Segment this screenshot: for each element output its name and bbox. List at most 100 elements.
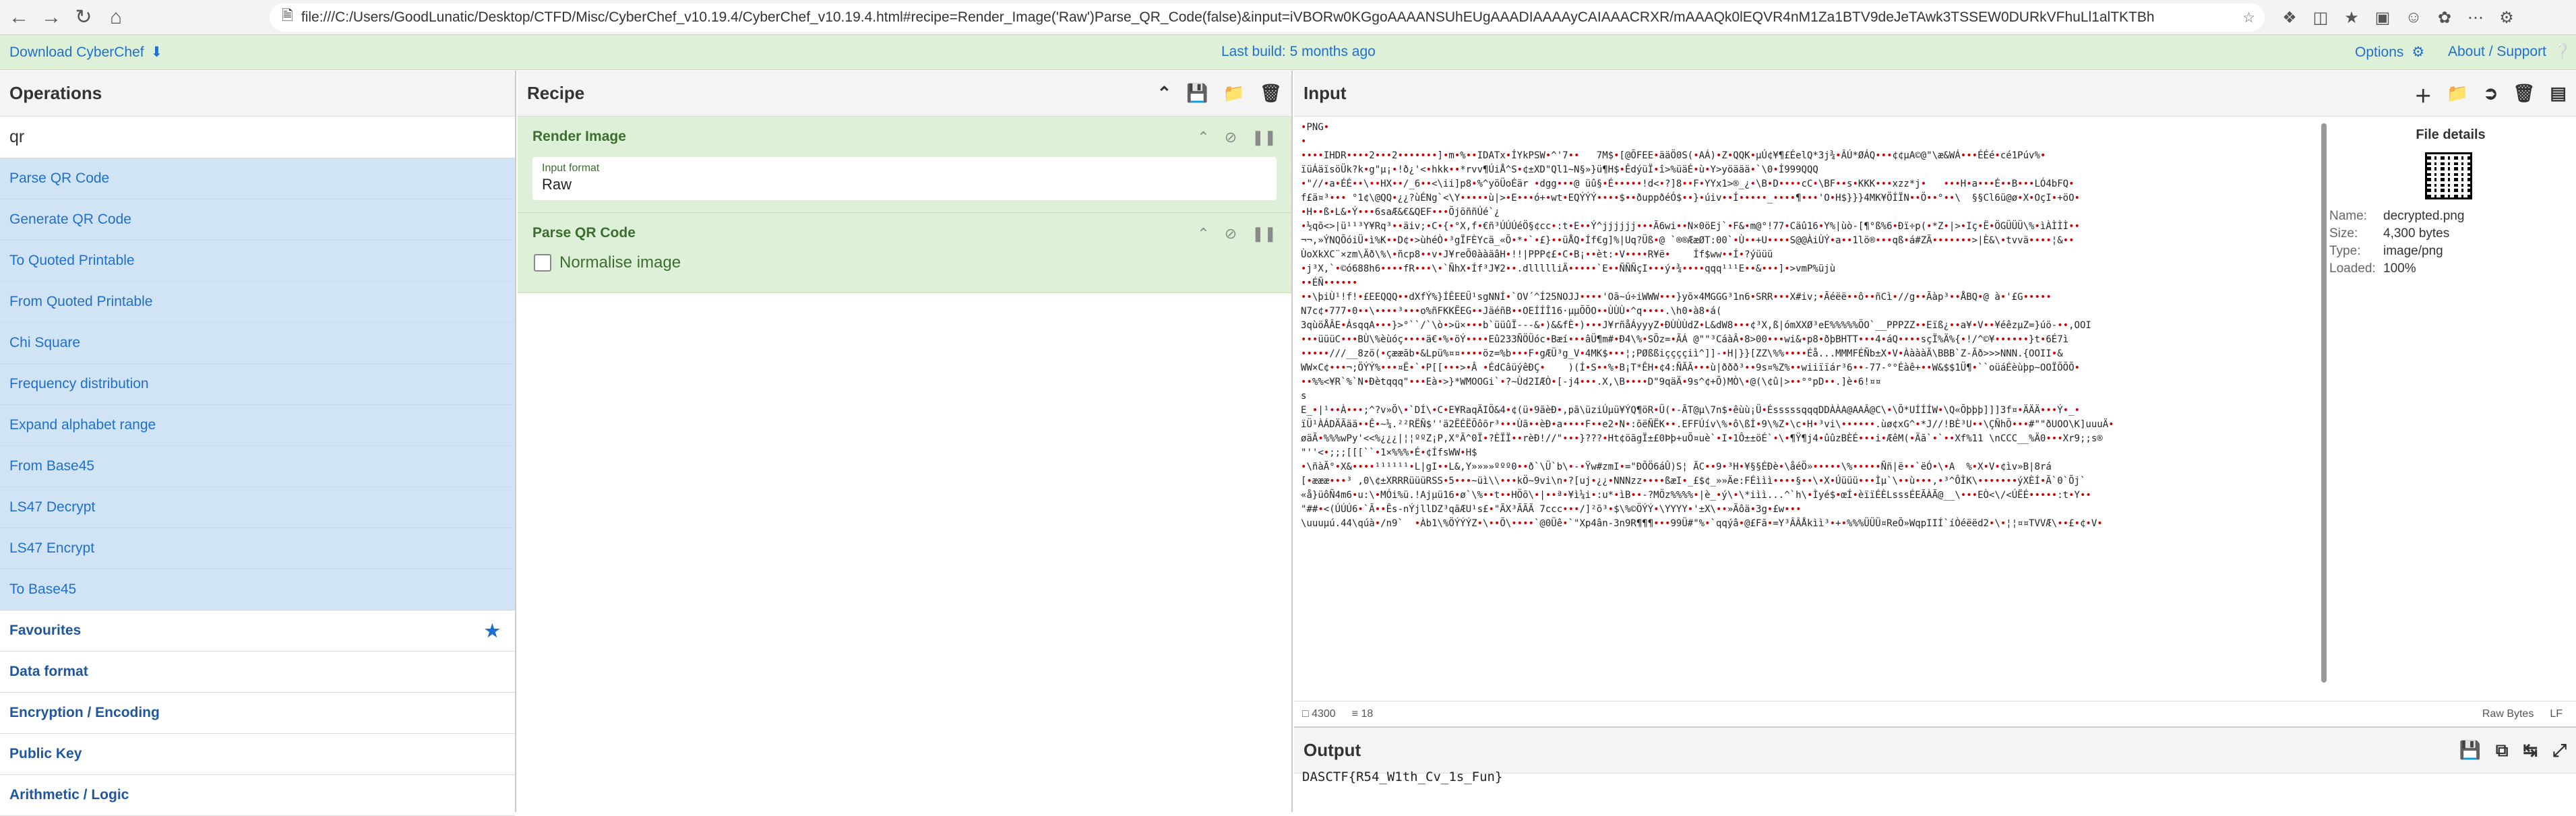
- raw-bytes-button[interactable]: Raw Bytes: [2482, 708, 2534, 720]
- op-expand-alphabet-range[interactable]: Expand alphabet range: [0, 405, 515, 446]
- favorites-icon[interactable]: ★: [2340, 6, 2363, 29]
- file-name: decrypted.png: [2383, 209, 2465, 223]
- operations-panel: Operations qr Parse QR Code Generate QR …: [0, 71, 516, 816]
- op-to-base45[interactable]: To Base45: [0, 569, 515, 610]
- chevron-up-icon[interactable]: ⌃: [1197, 129, 1209, 146]
- recipe-header: Recipe ⌃ 💾 📁 🗑: [518, 71, 1291, 117]
- op-generate-qr-code[interactable]: Generate QR Code: [0, 199, 515, 241]
- input-line: ••ÉÑ••••••: [1301, 278, 1358, 288]
- op-from-base45[interactable]: From Base45: [0, 446, 515, 487]
- operations-search-input[interactable]: qr: [0, 117, 515, 158]
- input-line: ïüÁäïsöÜk?k•g"µ¡•!ð¿'<•hkk••*rvv¶ÚiÅ^S•¢…: [1301, 164, 1818, 175]
- star-icon: ★: [484, 620, 500, 641]
- input-text-area[interactable]: •PNG• • ••••IHDR••••2•••2•••••••]•m•%••IDA…: [1301, 121, 2319, 687]
- collapse-icon[interactable]: ⌃: [1157, 83, 1171, 104]
- operations-results: Parse QR Code Generate QR Code To Quoted…: [0, 158, 515, 610]
- input-status-bar: □ 4300 ≡ 18 Raw Bytes LF: [1294, 701, 2576, 726]
- add-tab-icon[interactable]: ＋: [2414, 83, 2432, 108]
- file-details: File details Name: decrypted.png Size: 4,3…: [2329, 127, 2576, 279]
- category-favourites[interactable]: Favourites ★: [0, 610, 515, 652]
- copy-icon[interactable]: ⧉: [2496, 740, 2509, 761]
- input-header: Input ＋ 📁 ➲ 🗑 ▤: [1294, 71, 2576, 117]
- file-type: image/png: [2383, 244, 2443, 258]
- input-format-field[interactable]: Input format Raw: [532, 157, 1277, 200]
- address-bar[interactable]: 🗎 file:///C:/Users/GoodLunatic/Desktop/C…: [270, 3, 2265, 32]
- input-line: E_•|¹••À•••;^?v»Õ\•`DÍ\•C•E¥RaqÄIÖ&4•¢(ü…: [1301, 405, 2080, 416]
- options-button[interactable]: Options ⚙: [2355, 44, 2424, 61]
- input-line: ••%%<¥R`%`N•Ðètqqq"•••Eà•>}*WMOOGi`•?~Ùd…: [1301, 377, 1881, 387]
- eol-button[interactable]: LF: [2550, 708, 2563, 720]
- category-data-format[interactable]: Data format: [0, 652, 515, 693]
- input-line: "##•<(ÚÚÚ6•`Ã••Ês-nÝjllDZ³qãÆU¹s£•"ÃX³ÃÃ…: [1301, 504, 1802, 515]
- output-panel: Output 💾 ⧉ ↹ ⤢ DASCTF{R54_W1th_Cv_1s_Fun…: [1294, 728, 2576, 812]
- help-icon: ❔: [2552, 44, 2571, 59]
- trash-icon[interactable]: 🗑: [1260, 83, 1282, 104]
- disable-icon[interactable]: ⊘: [1225, 129, 1237, 146]
- input-line: •j³X,`•©ó688h6••••fR•••\•`ÑhX•Íf³J¥2••.d…: [1301, 263, 1836, 274]
- layout-icon[interactable]: ▤: [2550, 83, 2567, 108]
- checkbox-box[interactable]: [534, 254, 551, 272]
- input-line: •••üüüC•••BÙ\%èùóç••••ä€•%•öÝ••••Eû233ÑÖ…: [1301, 334, 2069, 345]
- op-chi-square[interactable]: Chi Square: [0, 323, 515, 364]
- menu-icon[interactable]: ⋯: [2464, 6, 2487, 29]
- save-icon[interactable]: 💾: [1186, 83, 1208, 104]
- settings-icon[interactable]: ⚙: [2495, 6, 2518, 29]
- recipe-panel: Recipe ⌃ 💾 📁 🗑 Render Image ⌃ ⊘ ❚❚ Input…: [518, 71, 1293, 812]
- save-icon[interactable]: 💾: [2459, 740, 2480, 761]
- extensions-icon[interactable]: ❖: [2278, 6, 2301, 29]
- disable-icon[interactable]: ⊘: [1225, 225, 1237, 243]
- input-line: øäÃ•%%%wPy'<<%¿¿¿|¦¦ººZ¡P,X°Ã^0Ï•?ÈÏÏ••r…: [1301, 433, 2103, 444]
- input-line: [•æææ•••³ ,0\¢±XRRRüüüRSS•5•••~üì\\•••kÖ…: [1301, 476, 2086, 487]
- input-scrollbar[interactable]: [2321, 123, 2327, 683]
- detail-label: Type:: [2329, 244, 2361, 258]
- search-value: qr: [9, 127, 25, 146]
- file-icon: 🗎: [282, 7, 293, 24]
- recipe-op-render-image: Render Image ⌃ ⊘ ❚❚ Input format Raw: [518, 117, 1291, 213]
- replace-input-icon[interactable]: ↹: [2523, 740, 2538, 761]
- home-icon[interactable]: ⌂: [102, 4, 129, 31]
- maximise-icon[interactable]: ⤢: [2552, 740, 2567, 761]
- op-ls47-decrypt[interactable]: LS47 Decrypt: [0, 487, 515, 528]
- open-folder-icon[interactable]: 📁: [2447, 83, 2468, 108]
- folder-icon[interactable]: 📁: [1223, 83, 1245, 104]
- qr-thumbnail: [2425, 152, 2472, 199]
- forward-icon[interactable]: →: [38, 4, 65, 31]
- category-encryption-encoding[interactable]: Encryption / Encoding: [0, 693, 515, 734]
- collections-icon[interactable]: ▣: [2371, 6, 2394, 29]
- chars-value: 4300: [1312, 708, 1336, 720]
- download-icon: ⬇: [150, 44, 163, 60]
- input-title: Input: [1304, 83, 1347, 103]
- trash-icon[interactable]: 🗑: [2513, 83, 2535, 108]
- op-parse-qr-code[interactable]: Parse QR Code: [0, 158, 515, 199]
- file-size: 4,300 bytes: [2383, 226, 2450, 241]
- input-line: ••••IHDR••••2•••2•••••••]•m•%••IDATx•ÍYk…: [1301, 150, 2046, 161]
- chevron-up-icon[interactable]: ⌃: [1197, 225, 1209, 243]
- about-label: About / Support: [2448, 44, 2546, 59]
- open-file-icon[interactable]: ➲: [2484, 83, 2498, 108]
- lines-count: ≡ 18: [1351, 708, 1374, 720]
- reload-icon[interactable]: ↻: [70, 4, 97, 31]
- op-from-quoted-printable[interactable]: From Quoted Printable: [0, 282, 515, 323]
- pause-icon[interactable]: ❚❚: [1252, 225, 1277, 243]
- copilot-icon[interactable]: ✿: [2433, 6, 2456, 29]
- normalise-image-checkbox[interactable]: Normalise image: [518, 253, 1291, 292]
- options-label: Options: [2355, 44, 2404, 60]
- file-details-title: File details: [2416, 127, 2486, 142]
- input-line: •H••ß•L&•Ý•••6saÆ&€&QEF•••ÕjõññÚé`¿: [1301, 207, 1500, 218]
- category-arithmetic-logic[interactable]: Arithmetic / Logic: [0, 775, 515, 816]
- split-screen-icon[interactable]: ◫: [2309, 6, 2332, 29]
- op-frequency-distribution[interactable]: Frequency distribution: [0, 364, 515, 405]
- download-link[interactable]: Download CyberChef ⬇: [9, 44, 162, 61]
- recipe-op-parse-qr-code: Parse QR Code ⌃ ⊘ ❚❚ Normalise image: [518, 213, 1291, 293]
- back-icon[interactable]: ←: [5, 4, 32, 31]
- op-ls47-encrypt[interactable]: LS47 Encrypt: [0, 528, 515, 569]
- op-to-quoted-printable[interactable]: To Quoted Printable: [0, 241, 515, 282]
- lines-value: 18: [1361, 708, 1374, 720]
- category-public-key[interactable]: Public Key: [0, 734, 515, 775]
- field-label: Input format: [542, 162, 600, 174]
- detail-label: Size:: [2329, 226, 2358, 241]
- profile-icon[interactable]: ☺: [2402, 6, 2425, 29]
- pause-icon[interactable]: ❚❚: [1252, 129, 1277, 146]
- about-button[interactable]: About / Support ❔: [2448, 44, 2571, 60]
- star-icon[interactable]: ☆: [2242, 9, 2255, 26]
